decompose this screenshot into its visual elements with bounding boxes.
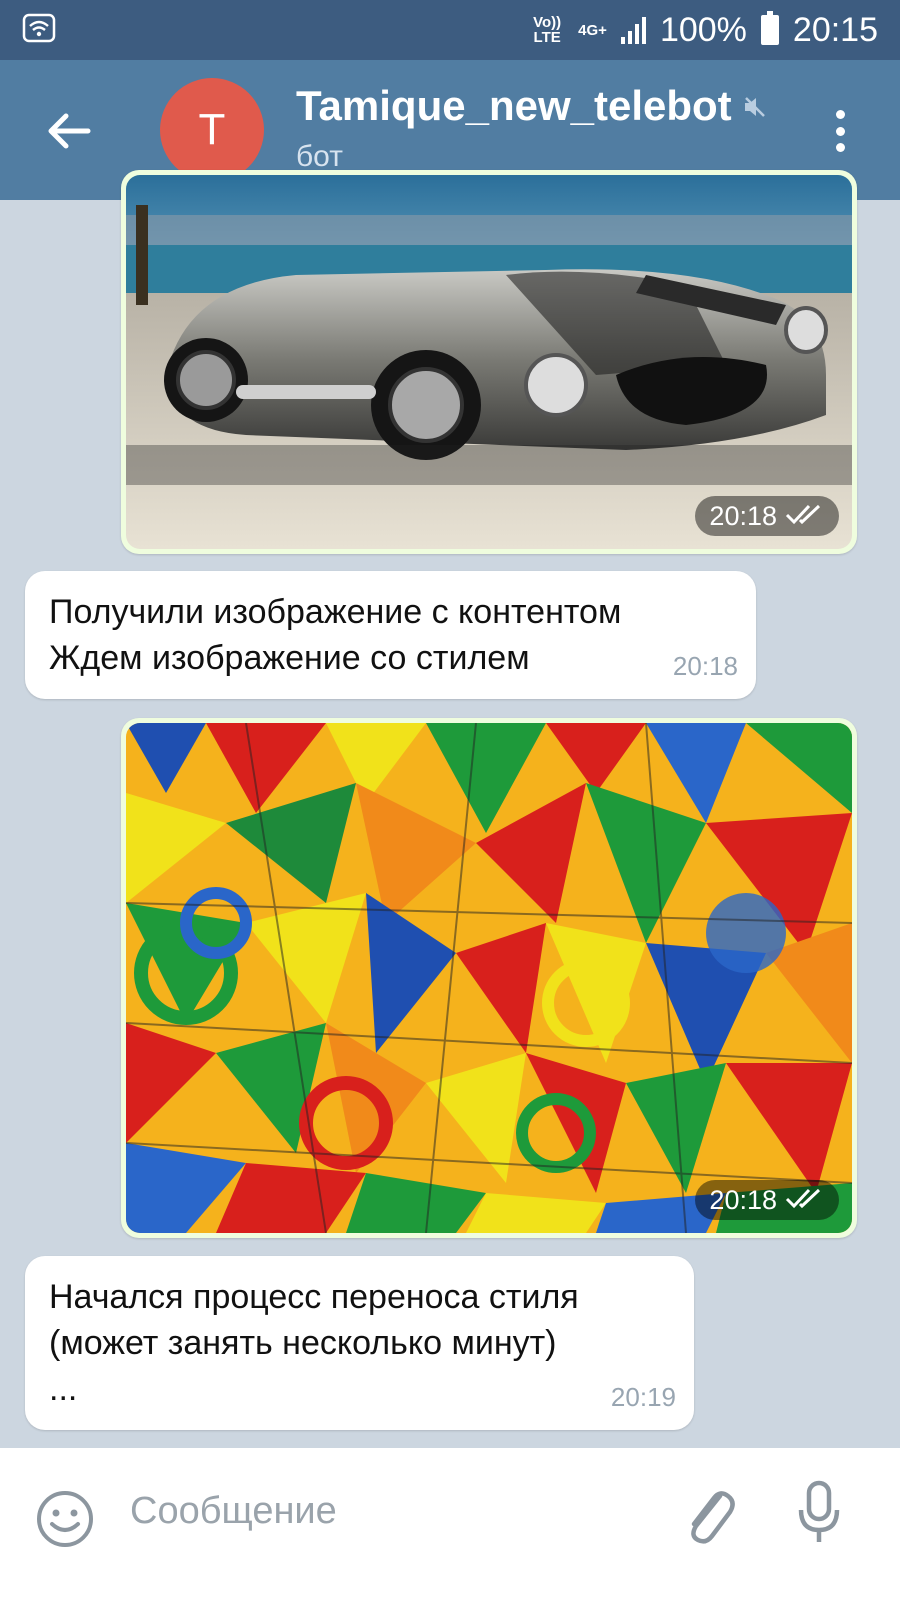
message-time: 20:18 — [709, 1184, 777, 1215]
photo-message-painting[interactable]: 20:18 — [121, 718, 857, 1238]
photo-message-car[interactable]: 20:18 — [121, 170, 857, 554]
battery-icon — [760, 11, 779, 45]
photo-timestamp: 20:18 — [695, 1180, 839, 1220]
muted-speaker-icon — [742, 82, 768, 130]
photo-timestamp: 20:18 — [695, 496, 839, 536]
wifi-icon — [22, 13, 56, 48]
smiley-icon[interactable] — [36, 1490, 94, 1553]
signal-icon — [620, 16, 646, 44]
status-bar: Vo)) LTE 4G+ 100% 20:15 — [0, 0, 900, 60]
message-time: 20:19 — [610, 1382, 676, 1412]
message-time: 20:18 — [709, 500, 777, 531]
chat-subtitle: бот — [296, 140, 343, 173]
message-line: Начался процесс переноса стиля — [49, 1278, 579, 1316]
painting-photo — [126, 723, 852, 1233]
battery-percent: 100% — [659, 10, 747, 49]
paperclip-icon[interactable] — [680, 1482, 736, 1551]
chat-title-row[interactable]: Tamique_new_telebot — [296, 82, 768, 130]
message-input-bar: Сообщение — [0, 1448, 900, 1600]
message-line: ... — [49, 1370, 78, 1408]
car-photo — [126, 175, 852, 549]
arrow-left-icon[interactable] — [44, 106, 94, 156]
volte-indicator: Vo)) LTE — [533, 14, 562, 46]
message-line: (может занять несколько минут) — [49, 1324, 557, 1362]
double-check-icon — [785, 1185, 825, 1216]
microphone-icon[interactable] — [796, 1480, 842, 1551]
chat-title: Tamique_new_telebot — [296, 82, 732, 129]
incoming-message[interactable]: Получили изображение с контентом Ждем из… — [25, 571, 756, 699]
more-vertical-icon[interactable] — [820, 106, 860, 156]
avatar[interactable]: T — [160, 78, 264, 182]
clock: 20:15 — [792, 10, 878, 49]
double-check-icon — [785, 501, 825, 532]
incoming-message[interactable]: Начался процесс переноса стиля (может за… — [25, 1256, 694, 1430]
message-line: Ждем изображение со стилем — [49, 639, 530, 677]
message-input[interactable]: Сообщение — [130, 1490, 337, 1533]
message-line: Получили изображение с контентом — [49, 593, 622, 631]
network-type: 4G+ — [578, 21, 607, 39]
message-time: 20:18 — [672, 651, 738, 681]
